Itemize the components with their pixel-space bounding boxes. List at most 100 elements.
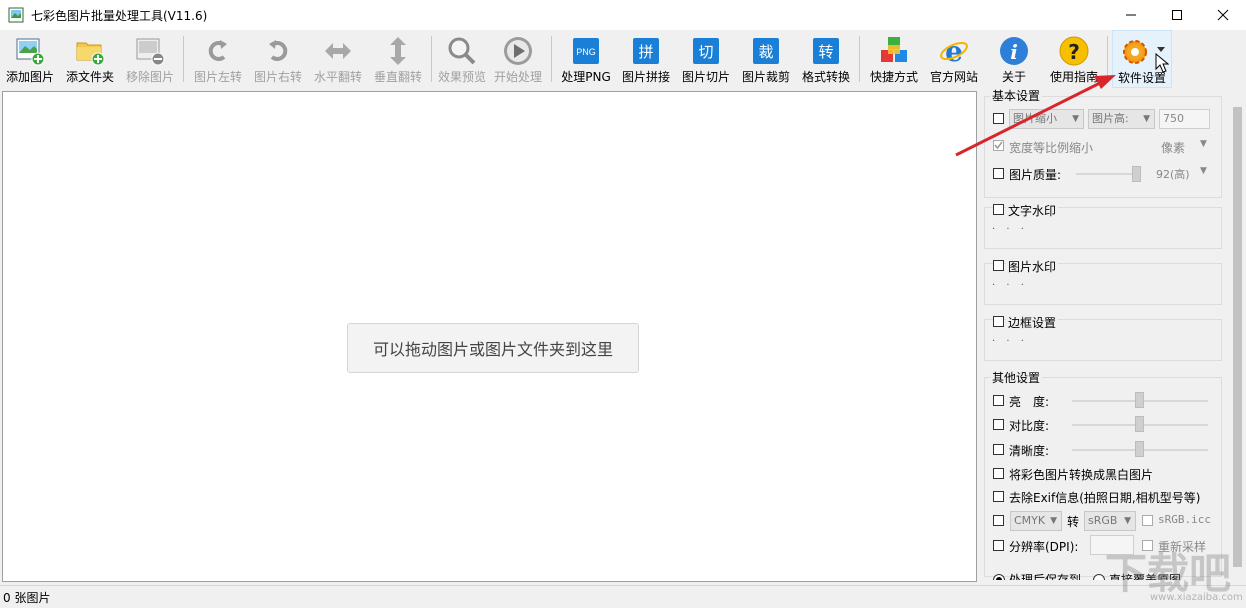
stitch-label: 图片拼接 — [621, 70, 670, 84]
add-folder-button[interactable]: 添文件夹 — [60, 30, 120, 88]
color-profile-checkbox[interactable] — [993, 515, 1004, 526]
flip-horizontal-label: 水平翻转 — [313, 70, 362, 84]
srgb-select[interactable]: sRGB ▼ — [1084, 511, 1136, 531]
height-select[interactable]: 图片高: ▼ — [1088, 109, 1155, 129]
resize-select[interactable]: 图片缩小 ▼ — [1009, 109, 1084, 129]
sharpness-slider-thumb[interactable] — [1135, 441, 1144, 457]
toolbar-separator — [1107, 36, 1108, 82]
brightness-slider-thumb[interactable] — [1135, 392, 1144, 408]
quality-value[interactable]: 92(高) — [1156, 166, 1190, 182]
contrast-slider-thumb[interactable] — [1135, 416, 1144, 432]
scrollbar-thumb[interactable] — [1233, 107, 1242, 567]
close-button[interactable] — [1200, 0, 1246, 30]
text-watermark-checkbox[interactable] — [993, 204, 1004, 215]
add-image-icon — [16, 38, 45, 66]
grayscale-checkbox[interactable] — [993, 468, 1004, 479]
panel-scrollbar[interactable] — [1229, 91, 1246, 582]
unit-select[interactable]: 像素 — [1161, 139, 1185, 156]
window-title: 七彩色图片批量处理工具(V11.6) — [31, 9, 208, 23]
border-checkbox[interactable] — [993, 316, 1004, 327]
unit-dropdown-icon[interactable]: ▼ — [1200, 139, 1207, 149]
overwrite-radio[interactable] — [1093, 574, 1105, 580]
image-watermark-checkbox[interactable] — [993, 260, 1004, 271]
settings-label: 软件设置 — [1117, 71, 1166, 85]
svg-text:PNG: PNG — [576, 47, 596, 57]
flip-vertical-button[interactable]: 垂直翻转 — [368, 30, 428, 88]
cmyk-select[interactable]: CMYK ▼ — [1010, 511, 1062, 531]
remove-image-button[interactable]: 移除图片 — [120, 30, 180, 88]
image-watermark-label: 图片水印 — [1006, 258, 1059, 275]
icc-checkbox[interactable] — [1142, 515, 1153, 526]
rotate-left-icon — [208, 40, 227, 61]
border-settings-label: 边框设置 — [1006, 314, 1059, 331]
settings-button[interactable]: 软件设置 — [1112, 30, 1172, 88]
cubes-icon — [881, 37, 907, 62]
about-label: 关于 — [1001, 70, 1026, 84]
minimize-button[interactable] — [1108, 0, 1154, 30]
quality-dropdown-icon[interactable]: ▼ — [1200, 166, 1207, 176]
close-icon — [1217, 9, 1229, 21]
basic-settings-title: 基本设置 — [990, 88, 1043, 104]
resize-checkbox[interactable] — [993, 113, 1004, 124]
process-png-button[interactable]: PNG 处理PNG — [556, 30, 616, 88]
stitch-icon: 拼 — [633, 38, 659, 64]
guide-button[interactable]: ? 使用指南 — [1044, 30, 1104, 88]
slice-label: 图片切片 — [681, 70, 730, 84]
text-watermark-more[interactable]: · · · — [992, 224, 1028, 235]
svg-text:切: 切 — [698, 43, 713, 61]
start-button[interactable]: 开始处理 — [488, 30, 548, 88]
quality-slider-thumb[interactable] — [1132, 166, 1141, 182]
maximize-button[interactable] — [1154, 0, 1200, 30]
image-watermark-more[interactable]: · · · — [992, 280, 1028, 291]
brightness-checkbox[interactable] — [993, 395, 1004, 406]
rotate-left-button[interactable]: 图片左转 — [188, 30, 248, 88]
ie-icon: e — [940, 35, 968, 67]
remove-image-icon — [136, 38, 165, 66]
shortcut-label: 快捷方式 — [869, 70, 918, 84]
rotate-right-button[interactable]: 图片右转 — [248, 30, 308, 88]
rotate-right-icon — [269, 40, 288, 61]
stitch-button[interactable]: 拼 图片拼接 — [616, 30, 676, 88]
remove-exif-label: 去除Exif信息(拍照日期,相机型号等) — [1009, 491, 1201, 505]
save-to-radio[interactable] — [993, 574, 1005, 580]
maximize-icon — [1172, 10, 1182, 20]
dpi-checkbox[interactable] — [993, 540, 1004, 551]
folder-add-icon — [76, 42, 105, 66]
border-settings-more[interactable]: · · · — [992, 336, 1028, 347]
quality-checkbox[interactable] — [993, 168, 1004, 179]
about-button[interactable]: i 关于 — [984, 30, 1044, 88]
keep-ratio-checkbox[interactable] — [993, 140, 1004, 151]
crop-label: 图片裁剪 — [741, 70, 790, 84]
format-convert-button[interactable]: 转 格式转换 — [796, 30, 856, 88]
flip-horizontal-button[interactable]: 水平翻转 — [308, 30, 368, 88]
save-to-label: 处理后保存到 — [1009, 573, 1082, 580]
image-drop-area[interactable]: 可以拖动图片或图片文件夹到这里 — [2, 91, 977, 582]
add-image-label: 添加图片 — [5, 70, 54, 84]
flip-horizontal-icon — [325, 43, 351, 59]
magnifier-icon — [448, 37, 476, 65]
contrast-label: 对比度: — [1009, 419, 1050, 433]
height-input[interactable]: 750 — [1159, 109, 1210, 129]
site-watermark-url: www.xiazaiba.com — [1150, 592, 1243, 603]
slice-button[interactable]: 切 图片切片 — [676, 30, 736, 88]
crop-button[interactable]: 裁 图片裁剪 — [736, 30, 796, 88]
dpi-label: 分辨率(DPI): — [1009, 540, 1079, 554]
remove-image-label: 移除图片 — [125, 70, 174, 84]
shortcut-button[interactable]: 快捷方式 — [864, 30, 924, 88]
minimize-icon — [1126, 14, 1136, 16]
remove-exif-checkbox[interactable] — [993, 491, 1004, 502]
convert-icon: 转 — [813, 38, 839, 64]
to-label: 转 — [1067, 515, 1080, 529]
contrast-checkbox[interactable] — [993, 419, 1004, 430]
add-folder-label: 添文件夹 — [65, 70, 114, 84]
sharpness-checkbox[interactable] — [993, 444, 1004, 455]
website-label: 官方网站 — [929, 70, 978, 84]
website-button[interactable]: e 官方网站 — [924, 30, 984, 88]
brightness-label: 亮 度: — [1009, 395, 1050, 409]
svg-text:裁: 裁 — [758, 43, 773, 61]
preview-button[interactable]: 效果预览 — [432, 30, 492, 88]
quality-slider-track[interactable] — [1076, 173, 1140, 175]
crop-icon: 裁 — [753, 38, 779, 64]
add-image-button[interactable]: 添加图片 — [0, 30, 60, 88]
sharpness-label: 清晰度: — [1009, 444, 1050, 458]
